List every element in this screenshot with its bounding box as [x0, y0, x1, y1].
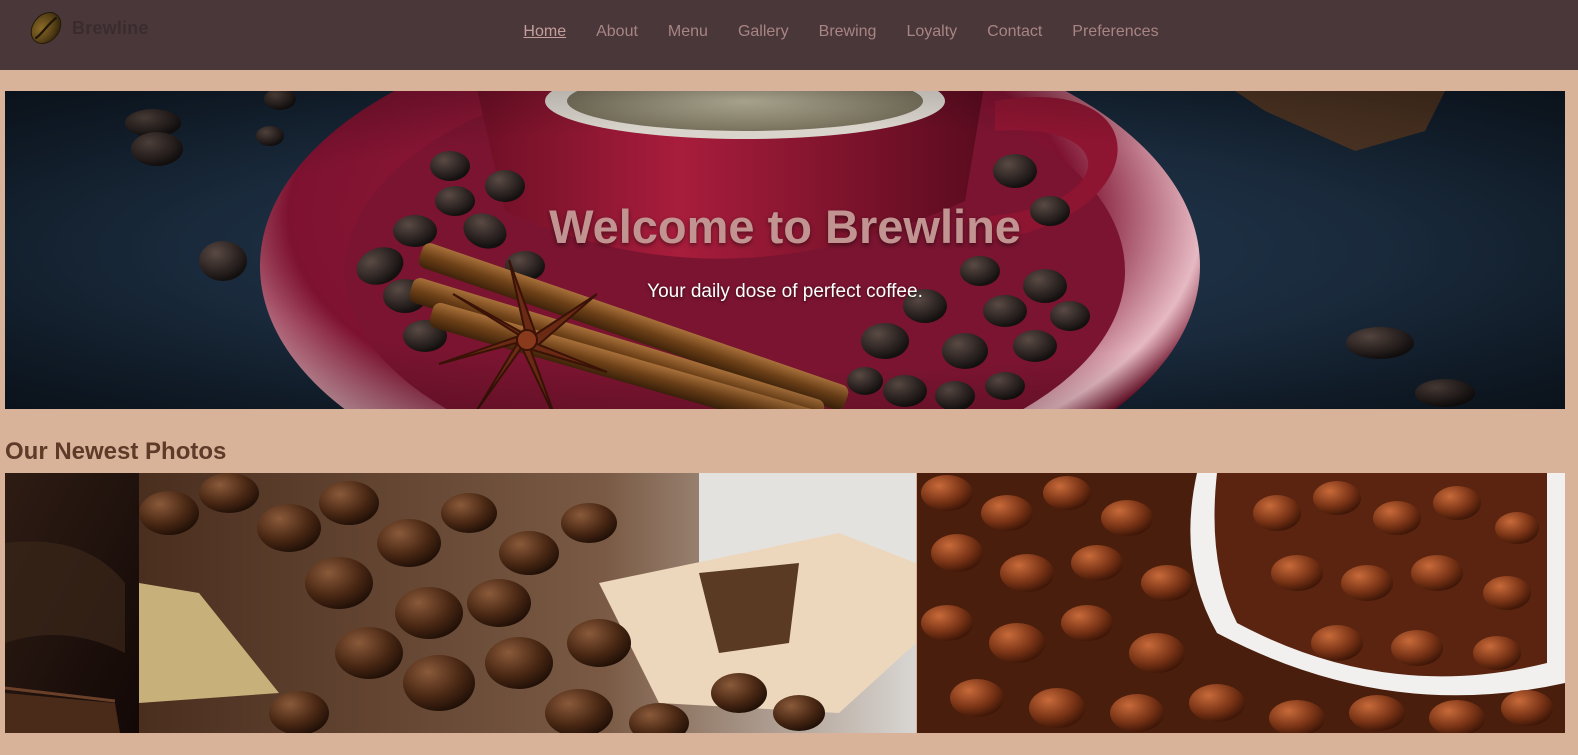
hero-subtitle: Your daily dose of perfect coffee. — [647, 281, 923, 302]
newest-photos-heading: Our Newest Photos — [5, 438, 227, 465]
hero-title: Welcome to Brewline — [549, 200, 1021, 253]
gallery-photo[interactable] — [917, 473, 1565, 733]
cafe-interior-image — [5, 473, 139, 733]
nav-link-home[interactable]: Home — [523, 22, 566, 42]
nav-link-preferences[interactable]: Preferences — [1072, 22, 1158, 42]
nav-link-contact[interactable]: Contact — [987, 22, 1042, 42]
gallery-photo[interactable] — [139, 473, 916, 733]
nav-link-brewing[interactable]: Brewing — [819, 22, 877, 42]
gallery-photo[interactable] — [5, 473, 139, 733]
roasted-beans-cup-image — [917, 473, 1565, 733]
nav-link-about[interactable]: About — [596, 22, 638, 42]
nav-link-loyalty[interactable]: Loyalty — [906, 22, 957, 42]
main-nav: Home About Menu Gallery Brewing Loyalty … — [0, 22, 1578, 42]
newest-photos-gallery — [5, 473, 1565, 733]
top-navigation-bar: Brewline Home About Menu Gallery Brewing… — [0, 0, 1578, 70]
nav-link-menu[interactable]: Menu — [668, 22, 708, 42]
nav-link-gallery[interactable]: Gallery — [738, 22, 789, 42]
hero-banner: Welcome to Brewline Your daily dose of p… — [5, 91, 1565, 409]
coffee-beans-scoop-image — [139, 473, 916, 733]
